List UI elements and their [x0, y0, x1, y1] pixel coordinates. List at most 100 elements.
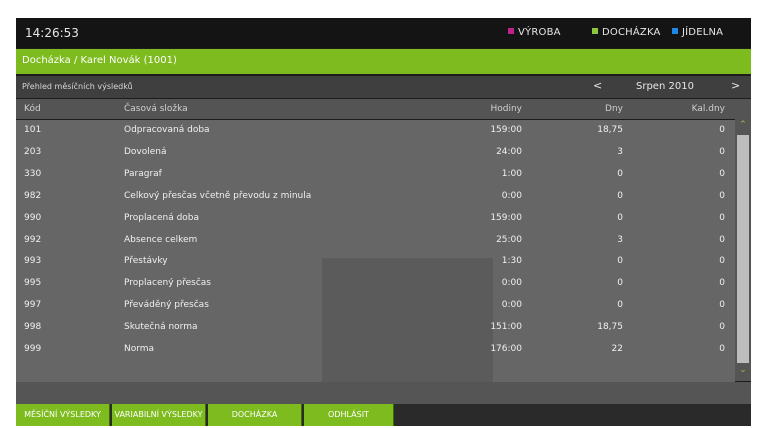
table-row[interactable]: 101 Odpracovaná doba 159:00 18,75 0 — [16, 120, 735, 142]
module-color-square — [672, 28, 678, 34]
cell-hodiny: 0:00 — [501, 278, 522, 289]
cell-slozka: Skutečná norma — [124, 322, 198, 333]
module-jidelna[interactable]: JÍDELNA — [672, 27, 723, 38]
cell-kal: 0 — [719, 168, 725, 179]
table-row[interactable]: 992 Absence celkem 25:00 3 0 — [16, 230, 735, 252]
cell-dny: 3 — [617, 234, 623, 245]
module-label: DOCHÁZKA — [602, 27, 661, 38]
table-row[interactable]: 998 Skutečná norma 151:00 18,75 0 — [16, 317, 735, 339]
nav-dochazka[interactable]: DOCHÁZKA — [208, 404, 302, 426]
cell-kal: 0 — [719, 300, 725, 311]
scrollbar[interactable]: ⌃ ⌄ — [735, 119, 751, 381]
page-header: Docházka / Karel Novák (1001) — [16, 49, 751, 74]
prev-month-button[interactable]: < — [593, 79, 602, 92]
cell-hodiny: 159:00 — [490, 125, 522, 135]
table-row[interactable]: 997 Převáděný přesčas 0:00 0 0 — [16, 295, 735, 317]
kiosk-screen: 14:26:53 VÝROBA DOCHÁZKA JÍDELNA Docházk… — [16, 18, 751, 426]
cell-hodiny: 0:00 — [501, 300, 522, 311]
cell-slozka: Odpracovaná doba — [124, 125, 210, 135]
cell-kod: 990 — [24, 212, 42, 223]
cell-kal: 0 — [719, 322, 725, 333]
cell-slozka: Proplacená doba — [124, 212, 200, 223]
month-label: Srpen 2010 — [636, 81, 694, 92]
table-footer — [16, 382, 751, 404]
clock: 14:26:53 — [25, 26, 79, 40]
cell-slozka: Proplacený přesčas — [124, 278, 211, 289]
top-bar: 14:26:53 VÝROBA DOCHÁZKA JÍDELNA — [16, 18, 751, 48]
section-header: Přehled měsíčních výsledků < Srpen 2010 … — [16, 76, 751, 98]
cell-kod: 995 — [24, 278, 42, 289]
table-row[interactable]: 990 Proplacená doba 159:00 0 0 — [16, 208, 735, 230]
cell-hodiny: 151:00 — [490, 322, 522, 333]
table-row[interactable]: 203 Dovolená 24:00 3 0 — [16, 142, 735, 164]
cell-kod: 203 — [24, 146, 42, 157]
scrollbar-thumb[interactable] — [737, 135, 749, 363]
module-label: VÝROBA — [518, 27, 561, 38]
cell-kod: 330 — [24, 168, 42, 179]
cell-slozka: Přestávky — [124, 256, 168, 267]
results-table: 101 Odpracovaná doba 159:00 18,75 0 203 Dovole… — [16, 120, 735, 400]
module-color-square — [592, 28, 598, 34]
module-dochazka[interactable]: DOCHÁZKA — [592, 27, 661, 38]
cell-dny: 0 — [617, 168, 623, 179]
cell-dny: 18,75 — [597, 322, 623, 333]
cell-kal: 0 — [719, 256, 725, 267]
cell-dny: 0 — [617, 190, 623, 201]
table-row[interactable]: 330 Paragraf 1:00 0 0 — [16, 164, 735, 186]
table-row[interactable]: 995 Proplacený přesčas 0:00 0 0 — [16, 273, 735, 295]
table-row[interactable]: 993 Přestávky 1:30 0 0 — [16, 251, 735, 273]
cell-kod: 999 — [24, 344, 42, 354]
cell-dny: 3 — [617, 146, 623, 157]
chevron-up-icon[interactable]: ⌃ — [735, 120, 751, 130]
column-header-kal-dny: Kal.dny — [691, 104, 725, 114]
nav-odhlasit[interactable]: ODHLÁSIT — [304, 404, 394, 426]
column-header-dny: Dny — [605, 104, 623, 114]
nav-variabilni-vysledky[interactable]: VARIABILNÍ VÝSLEDKY — [112, 404, 206, 426]
bottom-nav: MĚSÍČNÍ VÝSLEDKY VARIABILNÍ VÝSLEDKY DOC… — [16, 404, 751, 426]
cell-kod: 992 — [24, 234, 42, 245]
cell-kal: 0 — [719, 125, 725, 135]
cell-kal: 0 — [719, 212, 725, 223]
cell-slozka: Převáděný přesčas — [124, 300, 209, 311]
table-header: Kód Časová složka Hodiny Dny Kal.dny — [16, 99, 751, 119]
cell-kal: 0 — [719, 344, 725, 354]
cell-hodiny: 24:00 — [496, 146, 522, 157]
section-title: Přehled měsíčních výsledků — [22, 82, 133, 91]
module-vyroba[interactable]: VÝROBA — [508, 27, 561, 38]
cell-kod: 998 — [24, 322, 42, 333]
cell-kal: 0 — [719, 190, 725, 201]
module-label: JÍDELNA — [682, 27, 724, 38]
cell-kal: 0 — [719, 146, 725, 157]
cell-dny: 0 — [617, 256, 623, 267]
cell-dny: 0 — [617, 278, 623, 289]
cell-kal: 0 — [719, 278, 725, 289]
cell-slozka: Paragraf — [124, 168, 162, 179]
cell-hodiny: 0:00 — [501, 190, 522, 201]
cell-dny: 0 — [617, 300, 623, 311]
table-row[interactable]: 999 Norma 176:00 22 0 — [16, 339, 735, 361]
cell-kod: 993 — [24, 256, 42, 267]
cell-slozka: Norma — [124, 344, 155, 354]
cell-hodiny: 176:00 — [490, 344, 522, 354]
cell-kod: 997 — [24, 300, 42, 311]
next-month-button[interactable]: > — [731, 79, 740, 92]
cell-hodiny: 1:00 — [501, 168, 522, 179]
cell-dny: 18,75 — [597, 125, 623, 135]
cell-hodiny: 1:30 — [501, 256, 522, 267]
column-header-hodiny: Hodiny — [490, 104, 522, 114]
column-header-slozka: Časová složka — [124, 104, 188, 114]
cell-hodiny: 159:00 — [490, 212, 522, 223]
cell-dny: 0 — [617, 212, 623, 223]
chevron-down-icon[interactable]: ⌄ — [735, 365, 751, 375]
cell-dny: 22 — [611, 344, 623, 354]
cell-slozka: Absence celkem — [124, 234, 198, 245]
cell-slozka: Celkový přesčas včetně převodu z minula — [124, 190, 312, 201]
cell-kal: 0 — [719, 234, 725, 245]
module-color-square — [508, 28, 514, 34]
cell-slozka: Dovolená — [124, 146, 167, 157]
page-title: Docházka / Karel Novák (1001) — [22, 55, 177, 66]
table-row[interactable]: 982 Celkový přesčas včetně převodu z minu… — [16, 186, 735, 208]
nav-mesicni-vysledky[interactable]: MĚSÍČNÍ VÝSLEDKY — [16, 404, 110, 426]
cell-hodiny: 25:00 — [496, 234, 522, 245]
column-header-kod: Kód — [24, 104, 41, 114]
